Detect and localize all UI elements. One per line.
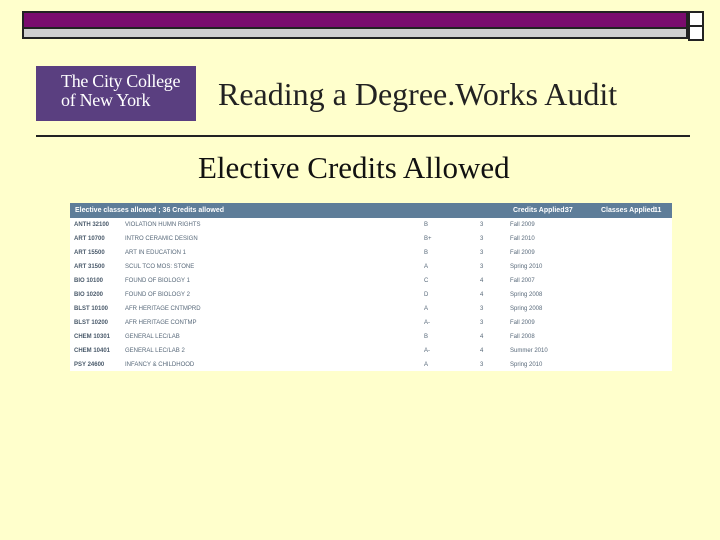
course-term: Spring 2010 (510, 362, 543, 368)
ccny-logo: The City College of New York (36, 66, 196, 121)
audit-rows: ANTH 32100 VIOLATION HUMN RIGHTS B 3 Fall 20… (70, 218, 672, 372)
course-title: SCUL TCO MOS: STONE (125, 264, 195, 270)
audit-row: CHEM 10401 GENERAL LEC/LAB 2 A- 4 Summer 201… (70, 344, 672, 358)
course-title: GENERAL LEC/LAB (125, 334, 180, 340)
course-term: Fall 2008 (510, 334, 535, 340)
course-credits: 4 (480, 278, 484, 284)
classes-applied-label: Classes Applied: (601, 207, 658, 214)
top-bar (22, 11, 688, 29)
course-title: AFR HERITAGE CNTMPRD (125, 306, 201, 312)
slide-subtitle: Elective Credits Allowed (198, 150, 510, 185)
course-code: ART 15500 (74, 250, 105, 256)
course-term: Summer 2010 (510, 348, 548, 354)
course-grade: A- (424, 348, 430, 354)
course-term: Spring 2010 (510, 264, 543, 270)
course-code: ART 10700 (74, 236, 105, 242)
course-term: Spring 2008 (510, 306, 543, 312)
course-credits: 3 (480, 250, 484, 256)
slide-title: Reading a Degree.Works Audit (218, 76, 618, 112)
audit-row: ART 31500 SCUL TCO MOS: STONE A 3 Spring 201… (70, 260, 672, 274)
course-code: BIO 10100 (74, 278, 104, 284)
course-grade: B (424, 250, 429, 256)
audit-header: Elective classes allowed ; 36 Credits al… (70, 203, 672, 218)
credits-applied-value: 37 (565, 207, 573, 214)
title-divider (36, 135, 690, 137)
audit-header-label: Elective classes allowed ; 36 Credits al… (75, 207, 225, 214)
course-credits: 4 (480, 348, 484, 354)
audit-row: BLST 10100 AFR HERITAGE CNTMPRD A 3 Spring 2… (70, 302, 672, 316)
course-code: ART 31500 (74, 264, 105, 270)
course-grade: A (424, 362, 429, 368)
audit-row: ANTH 32100 VIOLATION HUMN RIGHTS B 3 Fall 20… (70, 218, 672, 232)
course-code: BLST 10200 (74, 320, 109, 326)
course-code: CHEM 10401 (74, 348, 111, 354)
course-term: Spring 2008 (510, 292, 543, 298)
course-title: GENERAL LEC/LAB 2 (125, 348, 185, 354)
audit-row: PSY 24600 INFANCY & CHILDHOOD A 3 Spring 201… (70, 358, 672, 372)
course-grade: B+ (424, 236, 432, 242)
course-term: Fall 2010 (510, 236, 535, 242)
audit-row: BIO 10200 FOUND OF BIOLOGY 2 D 4 Spring 2008 (70, 288, 672, 302)
logo-line-1: The City College (61, 71, 181, 91)
audit-row: ART 10700 INTRO CERAMIC DESIGN B+ 3 Fall 201… (70, 232, 672, 246)
course-grade: C (424, 278, 429, 284)
course-code: PSY 24600 (74, 362, 105, 368)
course-credits: 4 (480, 334, 484, 340)
course-credits: 3 (480, 264, 484, 270)
course-grade: A (424, 264, 429, 270)
audit-screenshot: Elective classes allowed ; 36 Credits al… (70, 203, 672, 371)
course-grade: A- (424, 320, 430, 326)
course-title: VIOLATION HUMN RIGHTS (125, 222, 201, 228)
course-term: Fall 2009 (510, 250, 535, 256)
course-code: CHEM 10301 (74, 334, 111, 340)
course-credits: 4 (480, 292, 484, 298)
course-title: ART IN EDUCATION 1 (125, 250, 187, 256)
course-credits: 3 (480, 222, 484, 228)
audit-row: BLST 10200 AFR HERITAGE CONTMP A- 3 Fall 200… (70, 316, 672, 330)
course-grade: D (424, 292, 429, 298)
logo-line-2: of New York (61, 90, 151, 110)
course-credits: 3 (480, 362, 484, 368)
top-bar-shadow (22, 29, 688, 39)
course-title: FOUND OF BIOLOGY 2 (125, 292, 190, 298)
course-grade: B (424, 222, 429, 228)
course-code: BIO 10200 (74, 292, 104, 298)
course-title: INTRO CERAMIC DESIGN (125, 236, 198, 242)
course-code: BLST 10100 (74, 306, 109, 312)
course-title: INFANCY & CHILDHOOD (125, 362, 195, 368)
course-credits: 3 (480, 236, 484, 242)
course-grade: A (424, 306, 429, 312)
course-credits: 3 (480, 306, 484, 312)
classes-applied-value: 11 (654, 207, 662, 214)
course-credits: 3 (480, 320, 484, 326)
course-code: ANTH 32100 (74, 222, 110, 228)
course-title: AFR HERITAGE CONTMP (125, 320, 197, 326)
audit-row: CHEM 10301 GENERAL LEC/LAB B 4 Fall 2008 (70, 330, 672, 344)
course-term: Fall 2009 (510, 320, 535, 326)
course-grade: B (424, 334, 429, 340)
credits-applied-label: Credits Applied: (513, 207, 567, 214)
course-title: FOUND OF BIOLOGY 1 (125, 278, 190, 284)
corner-square-bottom (688, 25, 704, 41)
course-term: Fall 2007 (510, 278, 535, 284)
course-term: Fall 2009 (510, 222, 535, 228)
audit-row: ART 15500 ART IN EDUCATION 1 B 3 Fall 2009 (70, 246, 672, 260)
audit-row: BIO 10100 FOUND OF BIOLOGY 1 C 4 Fall 2007 (70, 274, 672, 288)
